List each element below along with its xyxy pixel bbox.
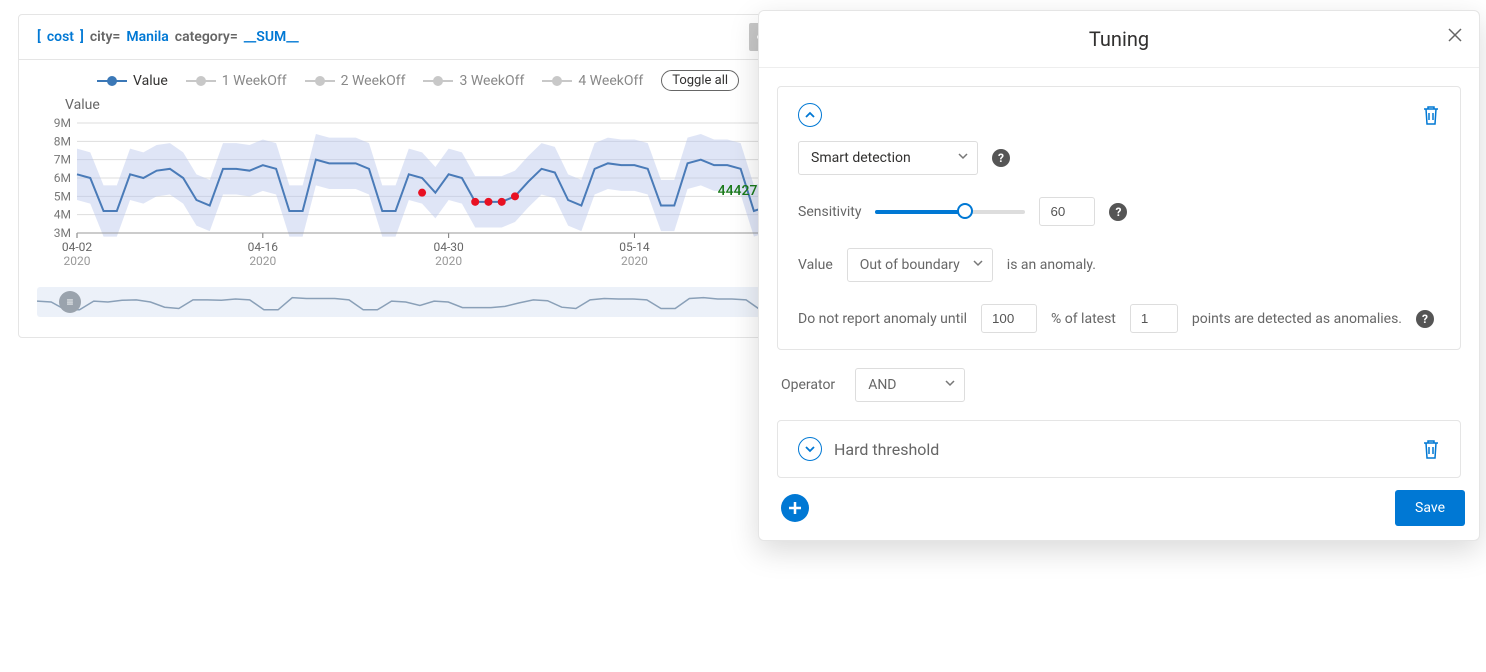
minimap-svg: [37, 287, 817, 317]
svg-text:6M: 6M: [54, 171, 71, 185]
value-label: Value: [798, 257, 833, 273]
svg-text:2020: 2020: [64, 254, 91, 268]
legend-3weekoff-label: 3 WeekOff: [459, 73, 524, 89]
operator-label: Operator: [781, 377, 835, 393]
report-prefix: Do not report anomaly until: [798, 311, 967, 327]
trash-icon: [1422, 104, 1440, 126]
chart-legend: Value 1 WeekOff 2 WeekOff 3 WeekOff 4 We…: [97, 70, 817, 91]
svg-text:5M: 5M: [54, 189, 71, 203]
chevron-down-icon: [957, 150, 969, 166]
hard-threshold-card: Hard threshold: [777, 420, 1461, 478]
report-mid: % of latest: [1051, 311, 1116, 327]
svg-text:7M: 7M: [54, 153, 71, 167]
close-icon: [1447, 27, 1463, 43]
metric-name: cost: [47, 29, 74, 45]
chevron-down-icon: [944, 377, 956, 393]
report-points-input[interactable]: [1130, 304, 1178, 333]
help-icon[interactable]: ?: [1416, 310, 1434, 328]
chart-plot[interactable]: 9M8M7M6M5M4M3M04-02202004-16202004-30202…: [37, 113, 817, 277]
save-button[interactable]: Save: [1395, 490, 1465, 526]
help-icon[interactable]: ?: [1109, 203, 1127, 221]
collapse-toggle[interactable]: [798, 103, 822, 127]
report-suffix: points are detected as anomalies.: [1192, 311, 1402, 327]
delete-smart-detection-button[interactable]: [1422, 104, 1440, 126]
minimap-handle[interactable]: ≡: [59, 291, 81, 313]
operator-value: AND: [868, 377, 896, 393]
help-icon[interactable]: ?: [992, 149, 1010, 167]
svg-text:2020: 2020: [435, 254, 462, 268]
svg-text:9M: 9M: [54, 116, 71, 130]
legend-1weekoff[interactable]: 1 WeekOff: [186, 73, 287, 89]
chart-body: Value 1 WeekOff 2 WeekOff 3 WeekOff 4 We…: [19, 60, 835, 337]
sensitivity-slider[interactable]: [875, 210, 1025, 214]
detection-type-select[interactable]: Smart detection: [798, 141, 978, 175]
sensitivity-row: Sensitivity ?: [798, 197, 1440, 226]
legend-2weekoff-label: 2 WeekOff: [341, 73, 406, 89]
dim-city-value[interactable]: Manila: [126, 29, 168, 45]
legend-4weekoff[interactable]: 4 WeekOff: [542, 73, 643, 89]
smart-detection-card: Smart detection ? Sensitivity ? Value: [777, 86, 1461, 350]
legend-4weekoff-label: 4 WeekOff: [578, 73, 643, 89]
legend-3weekoff[interactable]: 3 WeekOff: [423, 73, 524, 89]
value-boundary-value: Out of boundary: [860, 257, 960, 273]
trash-icon: [1422, 438, 1440, 460]
svg-text:04-30: 04-30: [433, 240, 464, 254]
svg-text:05-14: 05-14: [619, 240, 650, 254]
value-boundary-row: Value Out of boundary is an anomaly.: [798, 248, 1440, 282]
svg-text:04-02: 04-02: [62, 240, 93, 254]
legend-value-label: Value: [133, 73, 168, 89]
chart-svg: 9M8M7M6M5M4M3M04-02202004-16202004-30202…: [37, 113, 817, 273]
report-row: Do not report anomaly until % of latest …: [798, 304, 1440, 333]
legend-2weekoff[interactable]: 2 WeekOff: [305, 73, 406, 89]
tuning-body: Smart detection ? Sensitivity ? Value: [759, 68, 1479, 540]
operator-select[interactable]: AND: [855, 368, 965, 402]
svg-text:2020: 2020: [621, 254, 648, 268]
plus-icon: [787, 500, 803, 516]
chart-panel: [ cost ] city= Manila category= __SUM__ …: [18, 14, 836, 338]
hard-threshold-title: Hard threshold: [834, 440, 939, 459]
tuning-header: Tuning: [759, 11, 1479, 68]
delete-hard-threshold-button[interactable]: [1422, 438, 1440, 460]
sensitivity-input[interactable]: [1039, 197, 1095, 226]
svg-text:2020: 2020: [249, 254, 276, 268]
legend-value[interactable]: Value: [97, 73, 168, 89]
value-boundary-select[interactable]: Out of boundary: [847, 248, 993, 282]
tuning-title: Tuning: [1089, 27, 1149, 51]
metric-close-bracket: ]: [80, 29, 84, 45]
dim-city-key: city=: [90, 29, 121, 45]
svg-text:04-16: 04-16: [248, 240, 279, 254]
add-condition-button[interactable]: [781, 494, 809, 522]
chevron-down-icon: [804, 443, 816, 455]
chevron-up-icon: [804, 109, 816, 121]
dim-category-key: category=: [175, 29, 238, 45]
dim-category-value[interactable]: __SUM__: [244, 29, 299, 45]
y-axis-title: Value: [65, 97, 817, 113]
chevron-down-icon: [972, 257, 984, 273]
sensitivity-label: Sensitivity: [798, 204, 861, 220]
operator-row: Operator AND: [781, 368, 1457, 402]
detection-type-value: Smart detection: [811, 150, 911, 166]
legend-1weekoff-label: 1 WeekOff: [222, 73, 287, 89]
expand-toggle[interactable]: [798, 437, 822, 461]
toggle-all-button[interactable]: Toggle all: [661, 70, 739, 91]
value-suffix: is an anomaly.: [1007, 257, 1096, 273]
slider-thumb[interactable]: [957, 203, 973, 219]
tuning-panel: Tuning Smart detection: [758, 10, 1480, 541]
svg-text:4M: 4M: [54, 208, 71, 222]
close-button[interactable]: [1447, 27, 1463, 43]
metric-open-bracket: [: [37, 29, 41, 45]
chart-minimap[interactable]: ≡: [37, 287, 817, 317]
report-percent-input[interactable]: [981, 304, 1037, 333]
chart-header: [ cost ] city= Manila category= __SUM__: [19, 15, 835, 60]
svg-text:3M: 3M: [54, 226, 71, 240]
svg-text:8M: 8M: [54, 134, 71, 148]
